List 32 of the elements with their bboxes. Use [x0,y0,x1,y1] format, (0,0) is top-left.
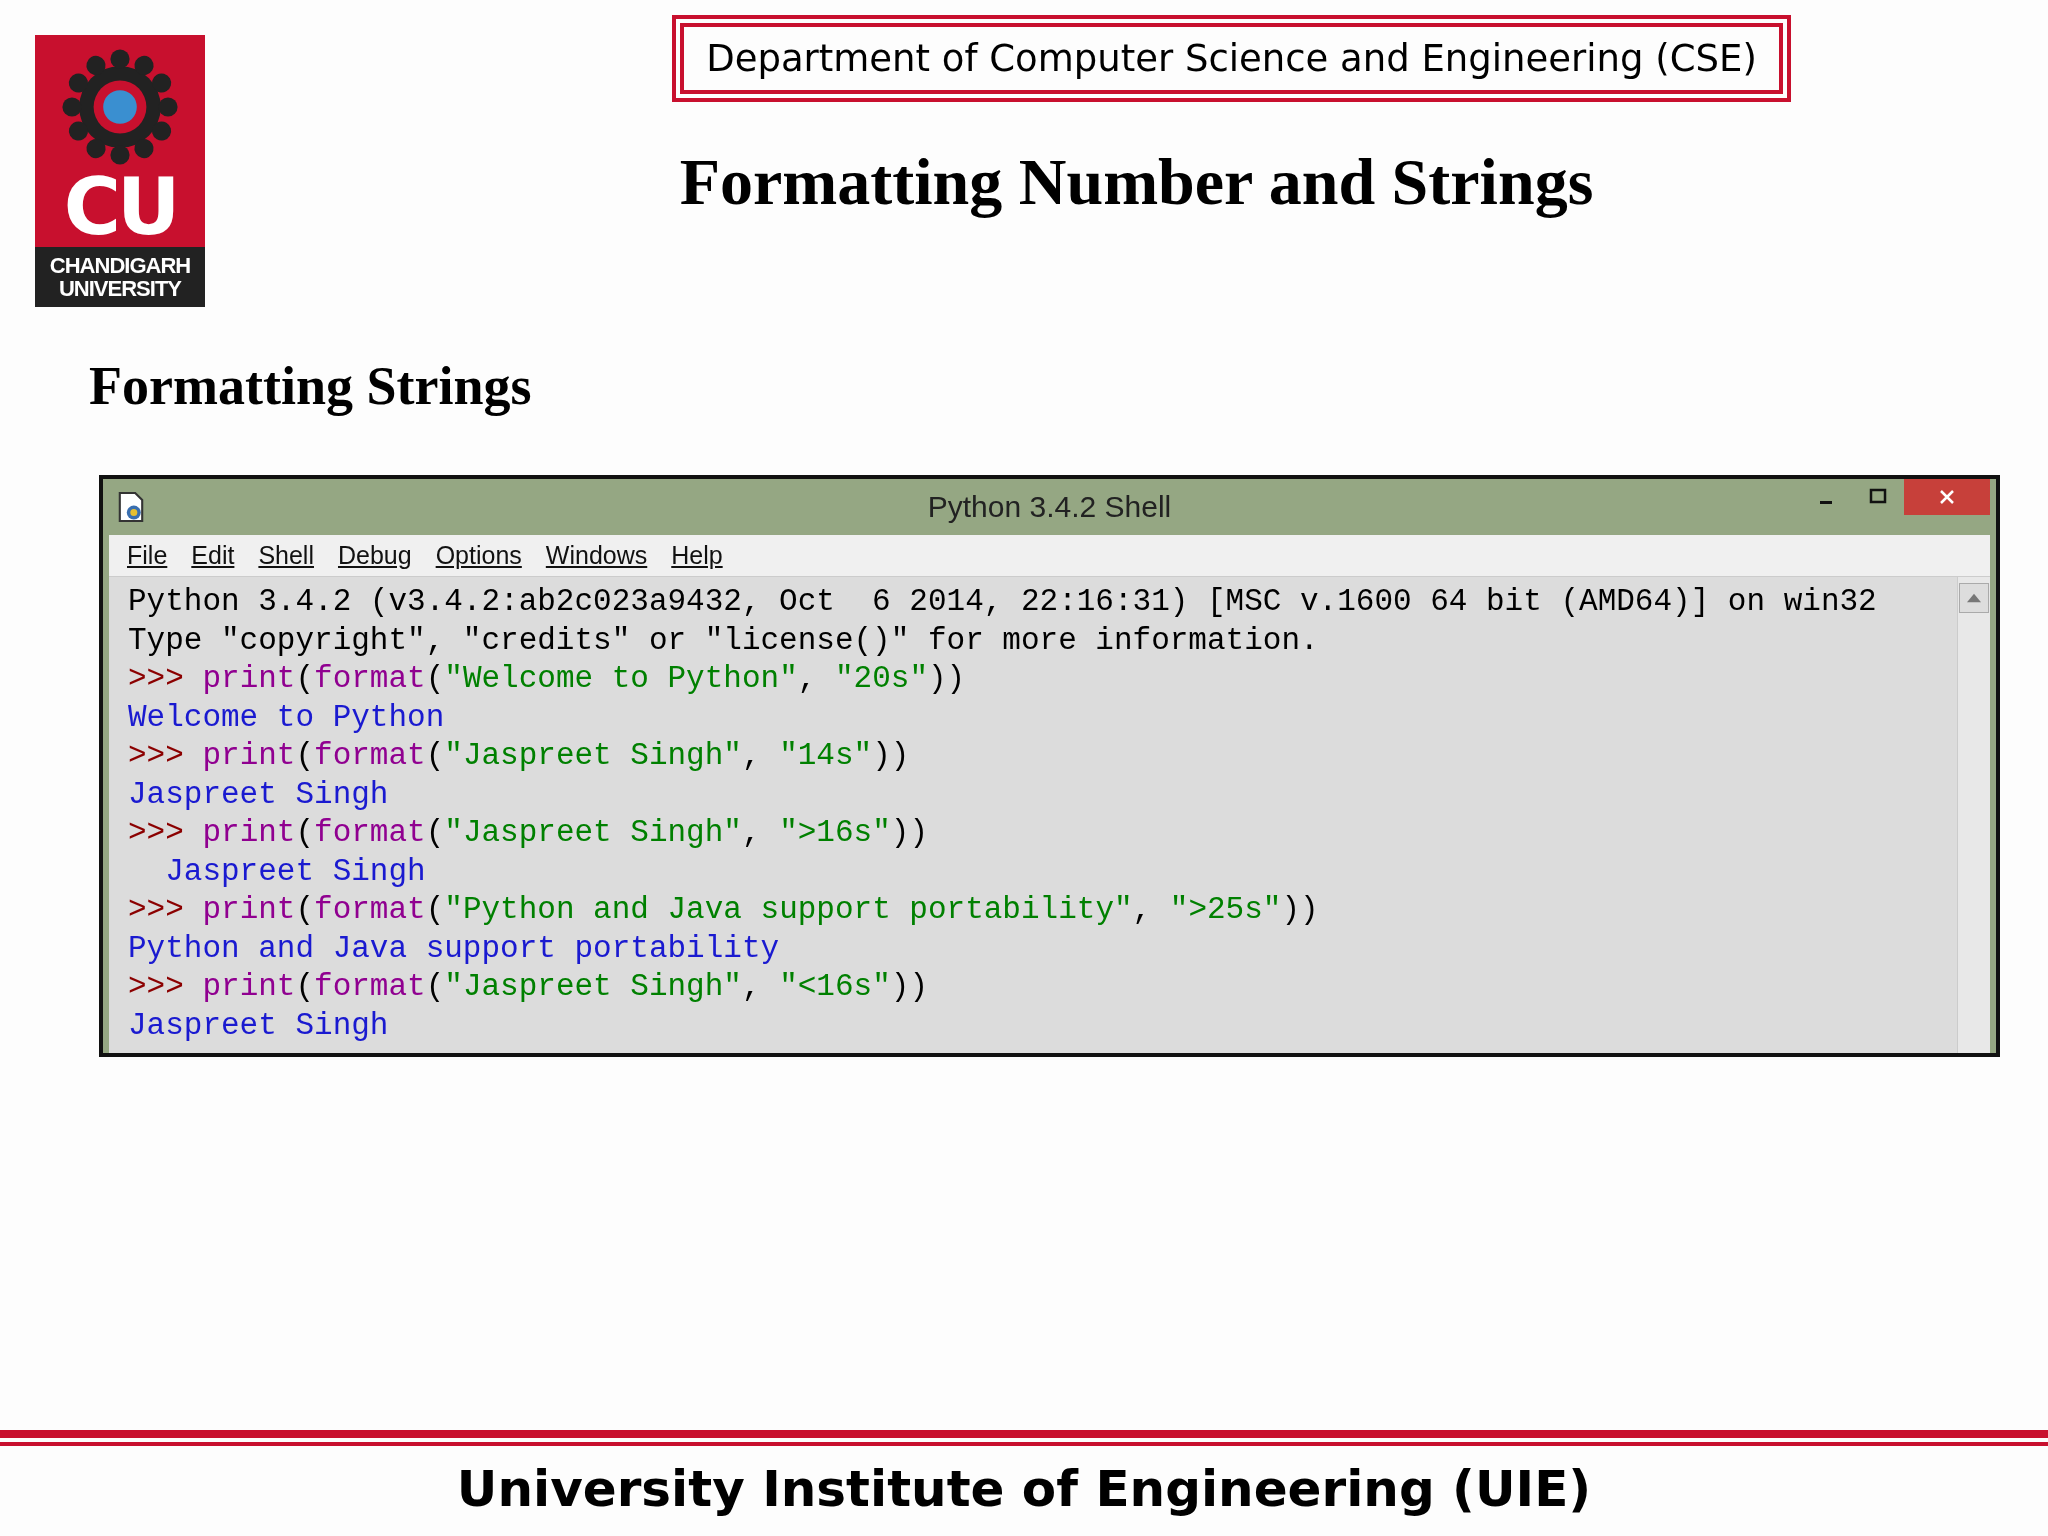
close-button[interactable] [1904,479,1990,515]
code-line: >>> print(format("Jaspreet Singh", "14s")) [128,737,911,775]
slide-title: Formatting Number and Strings [679,144,1594,220]
code-line: Welcome to Python [128,698,446,737]
menu-item[interactable]: Help [661,539,733,572]
document-icon [117,490,145,524]
scrollbar[interactable] [1957,577,1990,1053]
code-line: Python 3.4.2 (v3.4.2:ab2c023a9432, Oct 6 2014, 22:16:31) [MSC v.1600 64 bit (AMD64)] on win32 [128,583,1878,621]
menu-item[interactable]: Options [425,539,532,572]
section-heading: Formatting Strings [89,355,533,417]
minimize-icon [1820,500,1832,504]
code-line: >>> print(format("Python and Java support portability", ">25s")) [128,891,1320,929]
footer-text: University Institute of Engineering (UIE) [455,1460,1593,1520]
window-title: Python 3.4.2 Shell [927,490,1172,524]
university-name: UNIVERSITY [59,277,181,300]
menu-item[interactable]: Windows [535,539,658,572]
code-line: >>> print(format("Welcome to Python", "20s")) [128,660,967,698]
code-line: Jaspreet Singh [128,775,390,814]
code-line: >>> print(format("Jaspreet Singh", "<16s")) [128,968,929,1006]
menu-item[interactable]: File [117,539,178,572]
code-line: Type "copyright", "credits" or "license()" for more information. [128,621,1320,660]
department-banner: Department of Computer Science and Engineering (CSE) [672,15,1791,102]
code-line: Jaspreet Singh [164,852,427,891]
menu-item[interactable]: Debug [328,539,422,572]
gear-globe-icon [60,47,180,167]
menu-item[interactable]: Shell [248,539,324,572]
university-name: CHANDIGARH [49,254,191,277]
code-line: Python and Java support portability [128,929,781,968]
logo-letters: CU [63,167,177,247]
code-line: >>> print(format("Jaspreet Singh", ">16s")) [128,814,929,852]
code-line: Jaspreet Singh [128,1006,390,1045]
menu-item[interactable]: Edit [181,539,245,572]
